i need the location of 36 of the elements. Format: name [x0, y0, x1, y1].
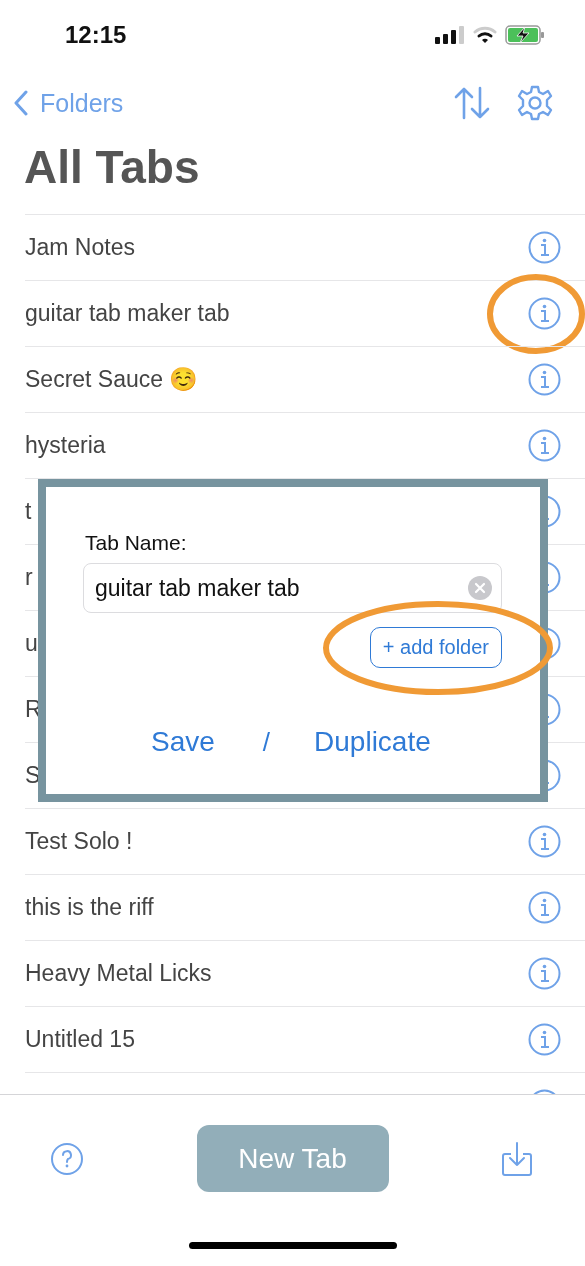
tab-title[interactable]: hysteria — [25, 432, 106, 459]
info-icon[interactable] — [528, 891, 561, 924]
name-field[interactable]: guitar tab maker tab — [83, 563, 502, 613]
info-icon[interactable] — [528, 231, 561, 264]
page-title: All Tabs — [23, 140, 201, 195]
tab-title[interactable]: Secret Sauce ☺ — [25, 366, 199, 393]
signal-icon — [435, 26, 465, 44]
tab-title[interactable]: Jam Notes — [25, 234, 135, 261]
wifi-icon — [473, 26, 497, 44]
separator: / — [262, 726, 271, 758]
tab-title[interactable]: this is the riff — [25, 894, 154, 921]
import-icon[interactable] — [501, 1140, 533, 1177]
help-icon[interactable] — [50, 1141, 84, 1176]
info-icon[interactable] — [528, 363, 561, 396]
tab-title[interactable]: t — [25, 498, 32, 525]
tab-title[interactable]: r — [25, 564, 33, 591]
add-folder-button[interactable]: + add folder — [369, 627, 502, 668]
battery-icon — [505, 25, 545, 45]
tab-title[interactable]: Untitled 15 — [25, 1026, 135, 1053]
tab-title[interactable]: guitar tab maker tab — [25, 300, 230, 327]
info-icon[interactable] — [528, 825, 561, 858]
info-icon[interactable] — [528, 297, 561, 330]
status-time: 12:15 — [65, 21, 127, 49]
sort-icon[interactable] — [453, 86, 491, 120]
info-icon[interactable] — [528, 429, 561, 462]
back-chevron-icon[interactable] — [14, 90, 28, 116]
duplicate-button[interactable]: Duplicate — [314, 726, 431, 758]
info-icon[interactable] — [528, 1023, 561, 1056]
clear-icon[interactable] — [468, 576, 492, 600]
info-icon[interactable] — [528, 957, 561, 990]
tab-title[interactable]: Heavy Metal Licks — [25, 960, 212, 987]
settings-icon[interactable] — [517, 85, 553, 121]
field-label: Tab Name: — [85, 531, 188, 555]
tab-title[interactable]: Test Solo ! — [25, 828, 133, 855]
save-button[interactable]: Save — [151, 726, 215, 758]
tab-title[interactable]: u — [25, 630, 38, 657]
